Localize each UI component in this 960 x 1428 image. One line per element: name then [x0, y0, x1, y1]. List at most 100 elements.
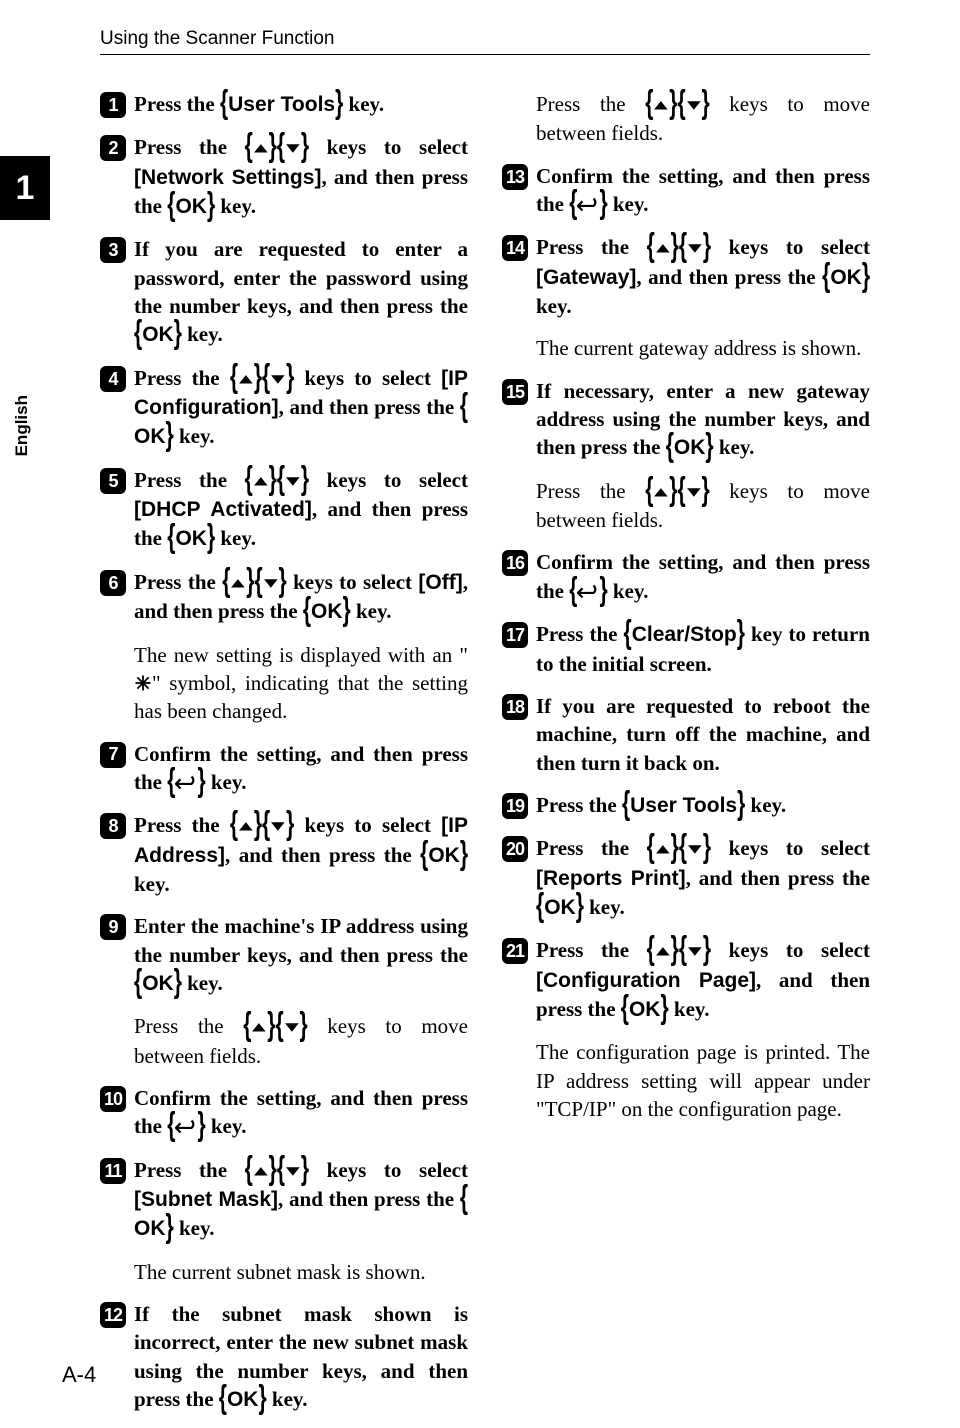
step-badge-icon: 20	[502, 836, 528, 862]
t: key.	[745, 793, 786, 817]
step-15-note: Press the {▲}{▼} keys to move between fi…	[536, 477, 870, 535]
t: key.	[206, 770, 247, 794]
step-badge-icon: 4	[100, 366, 126, 392]
key-user-tools: User Tools	[228, 93, 335, 116]
t: The new setting is displayed with an "	[134, 643, 468, 667]
t: Press the	[134, 570, 222, 594]
step-6-note: The new setting is displayed with an " " …	[134, 641, 468, 726]
t: , and then press the	[279, 395, 460, 419]
step-12: 12 If the subnet mask shown is incorrect…	[100, 1300, 468, 1414]
chapter-tab: 1	[0, 156, 50, 220]
step-13: 13 Confirm the setting, and then press t…	[502, 162, 870, 220]
step-14-note: The current gateway address is shown.	[536, 334, 870, 362]
step-badge-icon: 17	[502, 622, 528, 648]
asterisk-icon	[134, 671, 152, 695]
step-21: 21 Press the {▲}{▼} keys to select [Conf…	[502, 936, 870, 1024]
t: Enter the machine's IP address using the…	[134, 914, 468, 966]
page: Using the Scanner Function 1 English 1 P…	[0, 0, 960, 1416]
step-badge-icon: 18	[502, 694, 528, 720]
t: key.	[206, 1114, 247, 1138]
content-columns: 1 Press the {User Tools} key. 2 Press th…	[100, 90, 870, 1428]
step-3: 3 If you are requested to enter a passwo…	[100, 235, 468, 349]
t: If you are requested to enter a password…	[134, 237, 468, 318]
t: keys to select	[309, 1158, 468, 1182]
step-badge-icon: 5	[100, 468, 126, 494]
step-badge-icon: 14	[502, 235, 528, 261]
t: key.	[608, 192, 649, 216]
step-12-note: Press the {▲}{▼} keys to move between fi…	[536, 90, 870, 148]
t: key.	[343, 92, 384, 116]
key-ok: OK	[830, 266, 862, 289]
t: Press the	[536, 479, 645, 503]
return-icon	[175, 770, 197, 794]
t: Press the	[536, 793, 622, 817]
step-badge-icon: 11	[100, 1158, 126, 1184]
step-15: 15 If necessary, enter a new gateway add…	[502, 377, 870, 463]
step-badge-icon: 12	[100, 1302, 126, 1328]
step-badge-icon: 2	[100, 135, 126, 161]
step-20: 20 Press the {▲}{▼} keys to select [Repo…	[502, 834, 870, 922]
t: keys to select	[309, 468, 468, 492]
step-16: 16 Confirm the setting, and then press t…	[502, 548, 870, 606]
language-label: English	[12, 395, 32, 456]
t: Press the	[134, 135, 245, 159]
head-rule	[100, 54, 870, 55]
step-badge-icon: 3	[100, 237, 126, 263]
step-badge-icon: 16	[502, 550, 528, 576]
t: Press the	[536, 235, 647, 259]
t: keys to select	[294, 813, 441, 837]
t: keys to select	[711, 938, 870, 962]
t: Press the	[134, 813, 230, 837]
t: key.	[584, 895, 625, 919]
t: key.	[351, 599, 392, 623]
key-ok: OK	[428, 844, 460, 867]
step-9-note: Press the {▲}{▼} keys to move between fi…	[134, 1012, 468, 1070]
return-icon	[577, 579, 599, 603]
t: Press the	[536, 938, 647, 962]
step-badge-icon: 13	[502, 164, 528, 190]
t: key.	[215, 526, 256, 550]
key-ok: OK	[175, 527, 207, 550]
step-11: 11 Press the {▲}{▼} keys to select [Subn…	[100, 1156, 468, 1244]
left-column: 1 Press the {User Tools} key. 2 Press th…	[100, 90, 468, 1428]
key-ok: OK	[134, 1217, 166, 1240]
step-badge-icon: 6	[100, 570, 126, 596]
t: key.	[536, 294, 572, 318]
t: If you are requested to reboot the machi…	[536, 694, 870, 775]
step-badge-icon: 9	[100, 914, 126, 940]
step-badge-icon: 8	[100, 813, 126, 839]
step-7: 7 Confirm the setting, and then press th…	[100, 740, 468, 798]
step-4: 4 Press the {▲}{▼} keys to select [IP Co…	[100, 364, 468, 452]
key-ok: OK	[227, 1388, 259, 1411]
t: Press the	[536, 836, 647, 860]
step-2: 2 Press the {▲}{▼} keys to select [Netwo…	[100, 133, 468, 221]
step-11-note: The current subnet mask is shown.	[134, 1258, 468, 1286]
step-badge-icon: 10	[100, 1086, 126, 1112]
setting-off: Off	[425, 571, 455, 594]
t: keys to select	[711, 235, 870, 259]
key-ok: OK	[175, 195, 207, 218]
t: " symbol, indicating that the setting ha…	[134, 671, 468, 723]
return-icon	[577, 192, 599, 216]
step-1: 1 Press the {User Tools} key.	[100, 90, 468, 119]
step-badge-icon: 7	[100, 742, 126, 768]
key-ok: OK	[544, 896, 576, 919]
t: key.	[174, 424, 215, 448]
t: , and then press the	[686, 866, 870, 890]
running-head: Using the Scanner Function	[100, 28, 334, 50]
t: keys to select	[294, 366, 441, 390]
t: key.	[182, 971, 223, 995]
step-14: 14 Press the {▲}{▼} keys to select [Gate…	[502, 233, 870, 320]
t: Press the	[134, 366, 230, 390]
t: key.	[174, 1216, 215, 1240]
t: key.	[714, 435, 755, 459]
t: keys to select	[711, 836, 870, 860]
key-user-tools: User Tools	[630, 794, 737, 817]
step-10: 10 Confirm the setting, and then press t…	[100, 1084, 468, 1142]
step-badge-icon: 21	[502, 938, 528, 964]
t: key.	[182, 322, 223, 346]
t: Press the	[134, 468, 245, 492]
key-ok: OK	[311, 600, 343, 623]
step-badge-icon: 1	[100, 92, 126, 118]
t: Press the	[536, 622, 624, 646]
